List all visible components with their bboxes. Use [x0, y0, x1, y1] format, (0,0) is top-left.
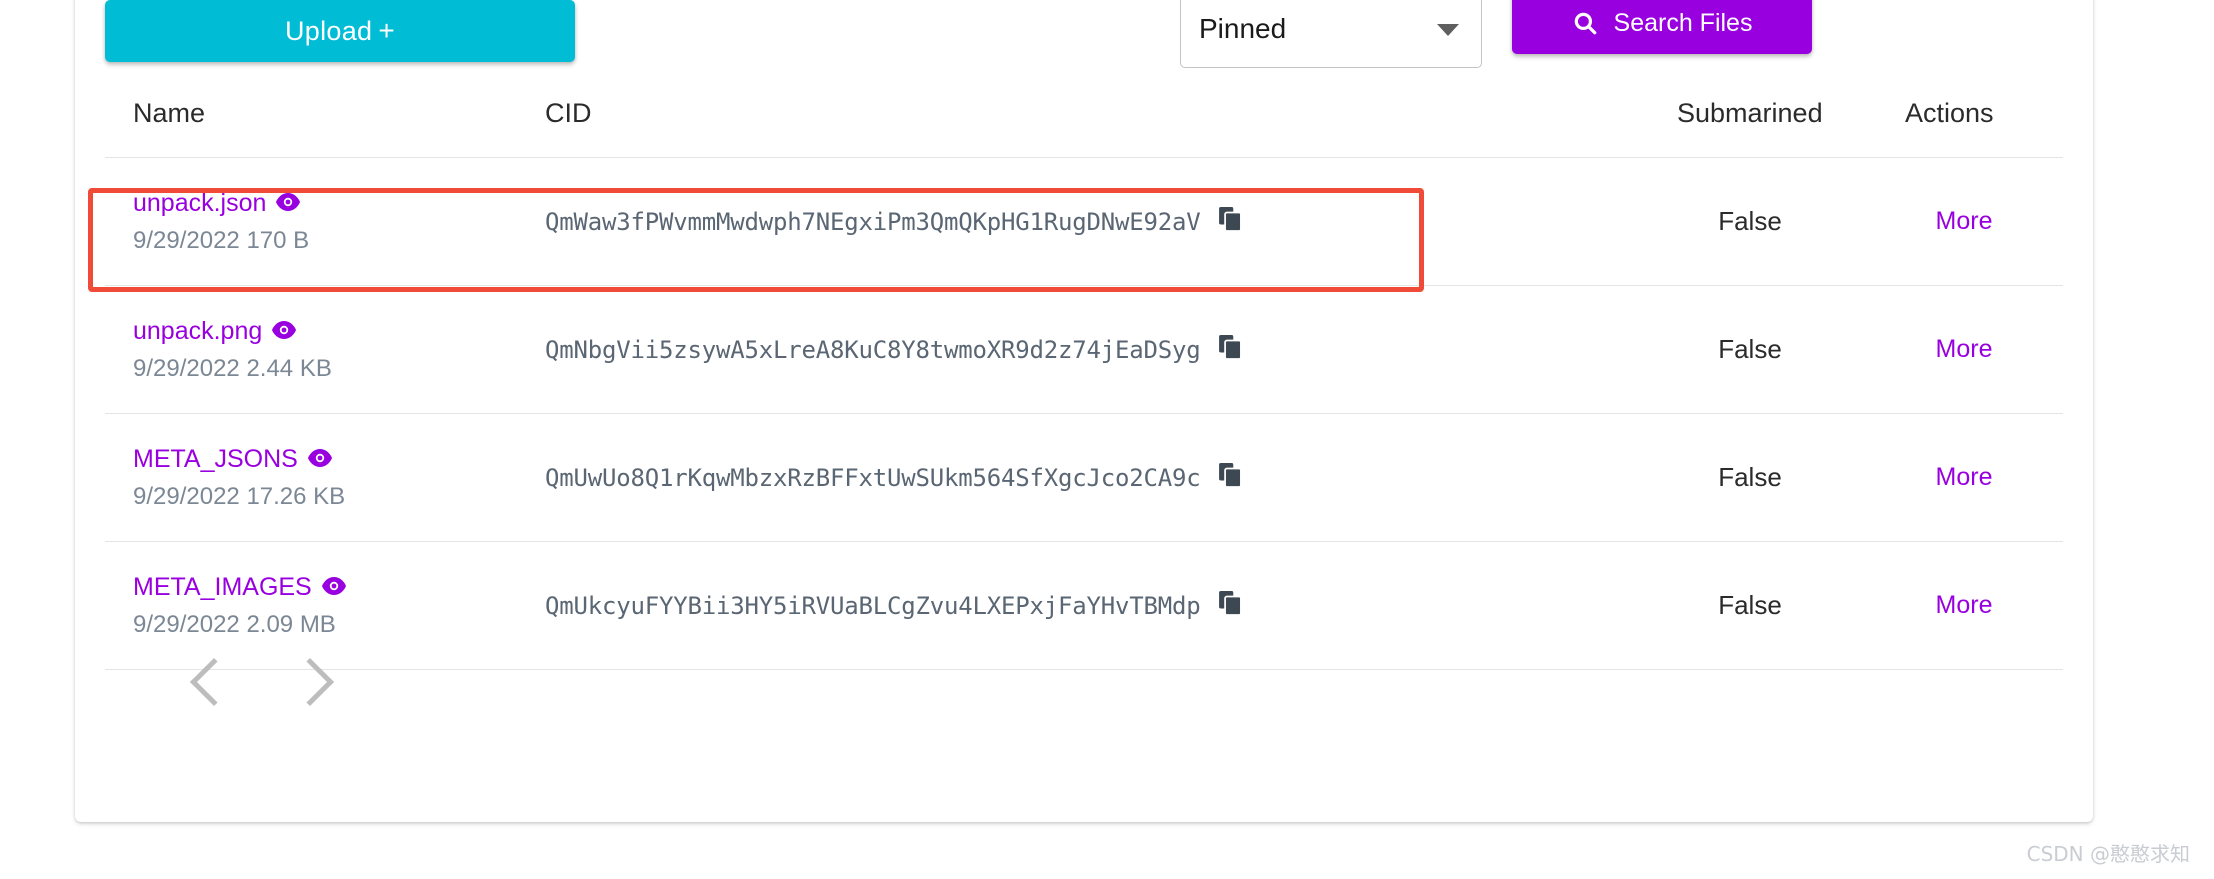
files-page: Upload + Pin Status Pinned Search Files	[0, 0, 2214, 879]
more-link[interactable]: More	[1936, 207, 1993, 235]
table-header-row: Name CID Submarined Actions	[105, 70, 2063, 158]
files-card: Upload + Pin Status Pinned Search Files	[75, 0, 2093, 822]
chevron-down-icon[interactable]	[1437, 24, 1459, 36]
file-name-link[interactable]: unpack.png	[133, 317, 545, 346]
watermark: CSDN @憨憨求知	[2026, 842, 2190, 866]
submarined-value: False	[1718, 334, 1782, 364]
more-link[interactable]: More	[1936, 335, 1993, 363]
file-meta: 9/29/2022 170 B	[133, 226, 310, 254]
cell-cid: QmNbgVii5zsywA5xLreA8KuC8Y8twmoXR9d2z74j…	[545, 335, 1635, 364]
upload-button[interactable]: Upload +	[105, 0, 575, 62]
cell-name: unpack.png 9/29/2022 2.44 KB	[105, 317, 545, 383]
cell-submarined: False	[1635, 206, 1865, 237]
column-header-name: Name	[133, 98, 206, 128]
file-name-link[interactable]: unpack.json	[133, 189, 545, 218]
next-page-icon[interactable]	[285, 657, 335, 707]
previous-page-icon[interactable]	[189, 657, 239, 707]
plus-icon: +	[378, 15, 396, 46]
cell-cid: QmUwUo8Q1rKqwMbzxRzBFFxtUwSUkm564SfXgcJc…	[545, 463, 1635, 492]
cid-value: QmUwUo8Q1rKqwMbzxRzBFFxtUwSUkm564SfXgcJc…	[545, 463, 1201, 492]
submarined-value: False	[1718, 206, 1782, 236]
cell-actions: More	[1865, 335, 2063, 364]
cid-value: QmNbgVii5zsywA5xLreA8KuC8Y8twmoXR9d2z74j…	[545, 335, 1201, 364]
table-row[interactable]: unpack.png 9/29/2022 2.44 KB QmNbgVii5zs…	[105, 286, 2063, 414]
pin-status-select[interactable]: Pin Status Pinned	[1180, 0, 1482, 68]
copy-icon[interactable]	[1219, 463, 1242, 492]
pin-status-value: Pinned	[1199, 13, 1287, 44]
cid-value: QmWaw3fPWvmmMwdwph7NEgxiPm3QmQKpHG1RugDN…	[545, 207, 1201, 236]
upload-button-label: Upload	[284, 15, 373, 46]
search-files-button[interactable]: Search Files	[1512, 0, 1812, 54]
cell-cid: QmWaw3fPWvmmMwdwph7NEgxiPm3QmQKpHG1RugDN…	[545, 207, 1635, 236]
copy-icon[interactable]	[1219, 591, 1242, 620]
cid-value: QmUkcyuFYYBii3HY5iRVUaBLCgZvu4LXEPxjFaYH…	[545, 591, 1201, 620]
column-header-cid: CID	[545, 98, 592, 128]
eye-icon[interactable]	[276, 189, 301, 218]
column-header-actions: Actions	[1905, 98, 1994, 128]
cell-name: META_JSONS 9/29/2022 17.26 KB	[105, 445, 545, 511]
search-files-label: Search Files	[1613, 8, 1753, 37]
cell-name: unpack.json 9/29/2022 170 B	[105, 189, 545, 255]
cell-actions: More	[1865, 463, 2063, 492]
more-link[interactable]: More	[1936, 591, 1993, 619]
cell-submarined: False	[1635, 590, 1865, 621]
file-name-link[interactable]: META_JSONS	[133, 445, 545, 474]
more-link[interactable]: More	[1936, 463, 1993, 491]
submarined-value: False	[1718, 590, 1782, 620]
file-name-label: unpack.png	[133, 316, 263, 345]
copy-icon[interactable]	[1219, 335, 1242, 364]
column-header-submarined: Submarined	[1677, 98, 1823, 128]
submarined-value: False	[1718, 462, 1782, 492]
eye-icon[interactable]	[321, 573, 346, 602]
table-row[interactable]: META_JSONS 9/29/2022 17.26 KB QmUwUo8Q1r…	[105, 414, 2063, 542]
cell-actions: More	[1865, 207, 2063, 236]
pagination	[105, 622, 2063, 742]
toolbar: Upload + Pin Status Pinned Search Files	[75, 0, 2093, 70]
cell-submarined: False	[1635, 462, 1865, 493]
file-meta: 9/29/2022 17.26 KB	[133, 482, 346, 510]
eye-icon[interactable]	[307, 445, 332, 474]
cell-submarined: False	[1635, 334, 1865, 365]
cell-cid: QmUkcyuFYYBii3HY5iRVUaBLCgZvu4LXEPxjFaYH…	[545, 591, 1635, 620]
files-table: Name CID Submarined Actions unpack.json	[105, 70, 2063, 670]
table-row[interactable]: unpack.json 9/29/2022 170 B QmWaw3fPWvmm…	[105, 158, 2063, 286]
file-name-label: unpack.json	[133, 188, 267, 217]
cell-actions: More	[1865, 591, 2063, 620]
file-name-label: META_IMAGES	[133, 572, 312, 601]
eye-icon[interactable]	[272, 317, 297, 346]
file-meta: 9/29/2022 2.44 KB	[133, 354, 332, 382]
search-icon	[1572, 10, 1598, 36]
copy-icon[interactable]	[1219, 207, 1242, 236]
file-name-link[interactable]: META_IMAGES	[133, 573, 545, 602]
file-name-label: META_JSONS	[133, 444, 298, 473]
